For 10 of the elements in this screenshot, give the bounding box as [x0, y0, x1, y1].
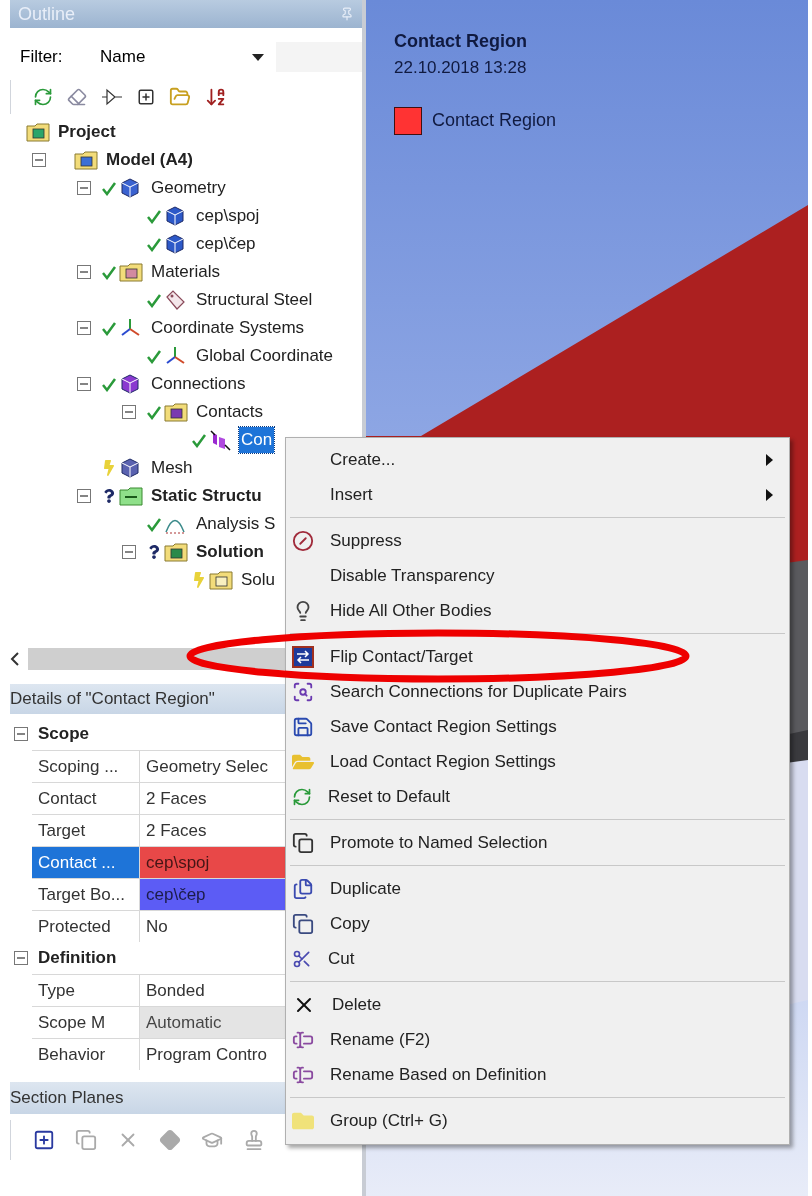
section-planes-title: Section Planes [10, 1087, 124, 1110]
viewport-title: Contact Region [394, 30, 528, 53]
filter-value: Name [100, 46, 146, 69]
timestamp: 22.10.2018 13:28 [394, 57, 528, 79]
group-header: Scope [37, 723, 90, 746]
panel-title: Outline [18, 2, 76, 26]
group-header: Definition [37, 947, 117, 970]
details-title: Details of "Contact Region" [10, 688, 215, 711]
legend-label: Contact Region [432, 109, 557, 132]
filter-label: Filter: [20, 46, 64, 69]
